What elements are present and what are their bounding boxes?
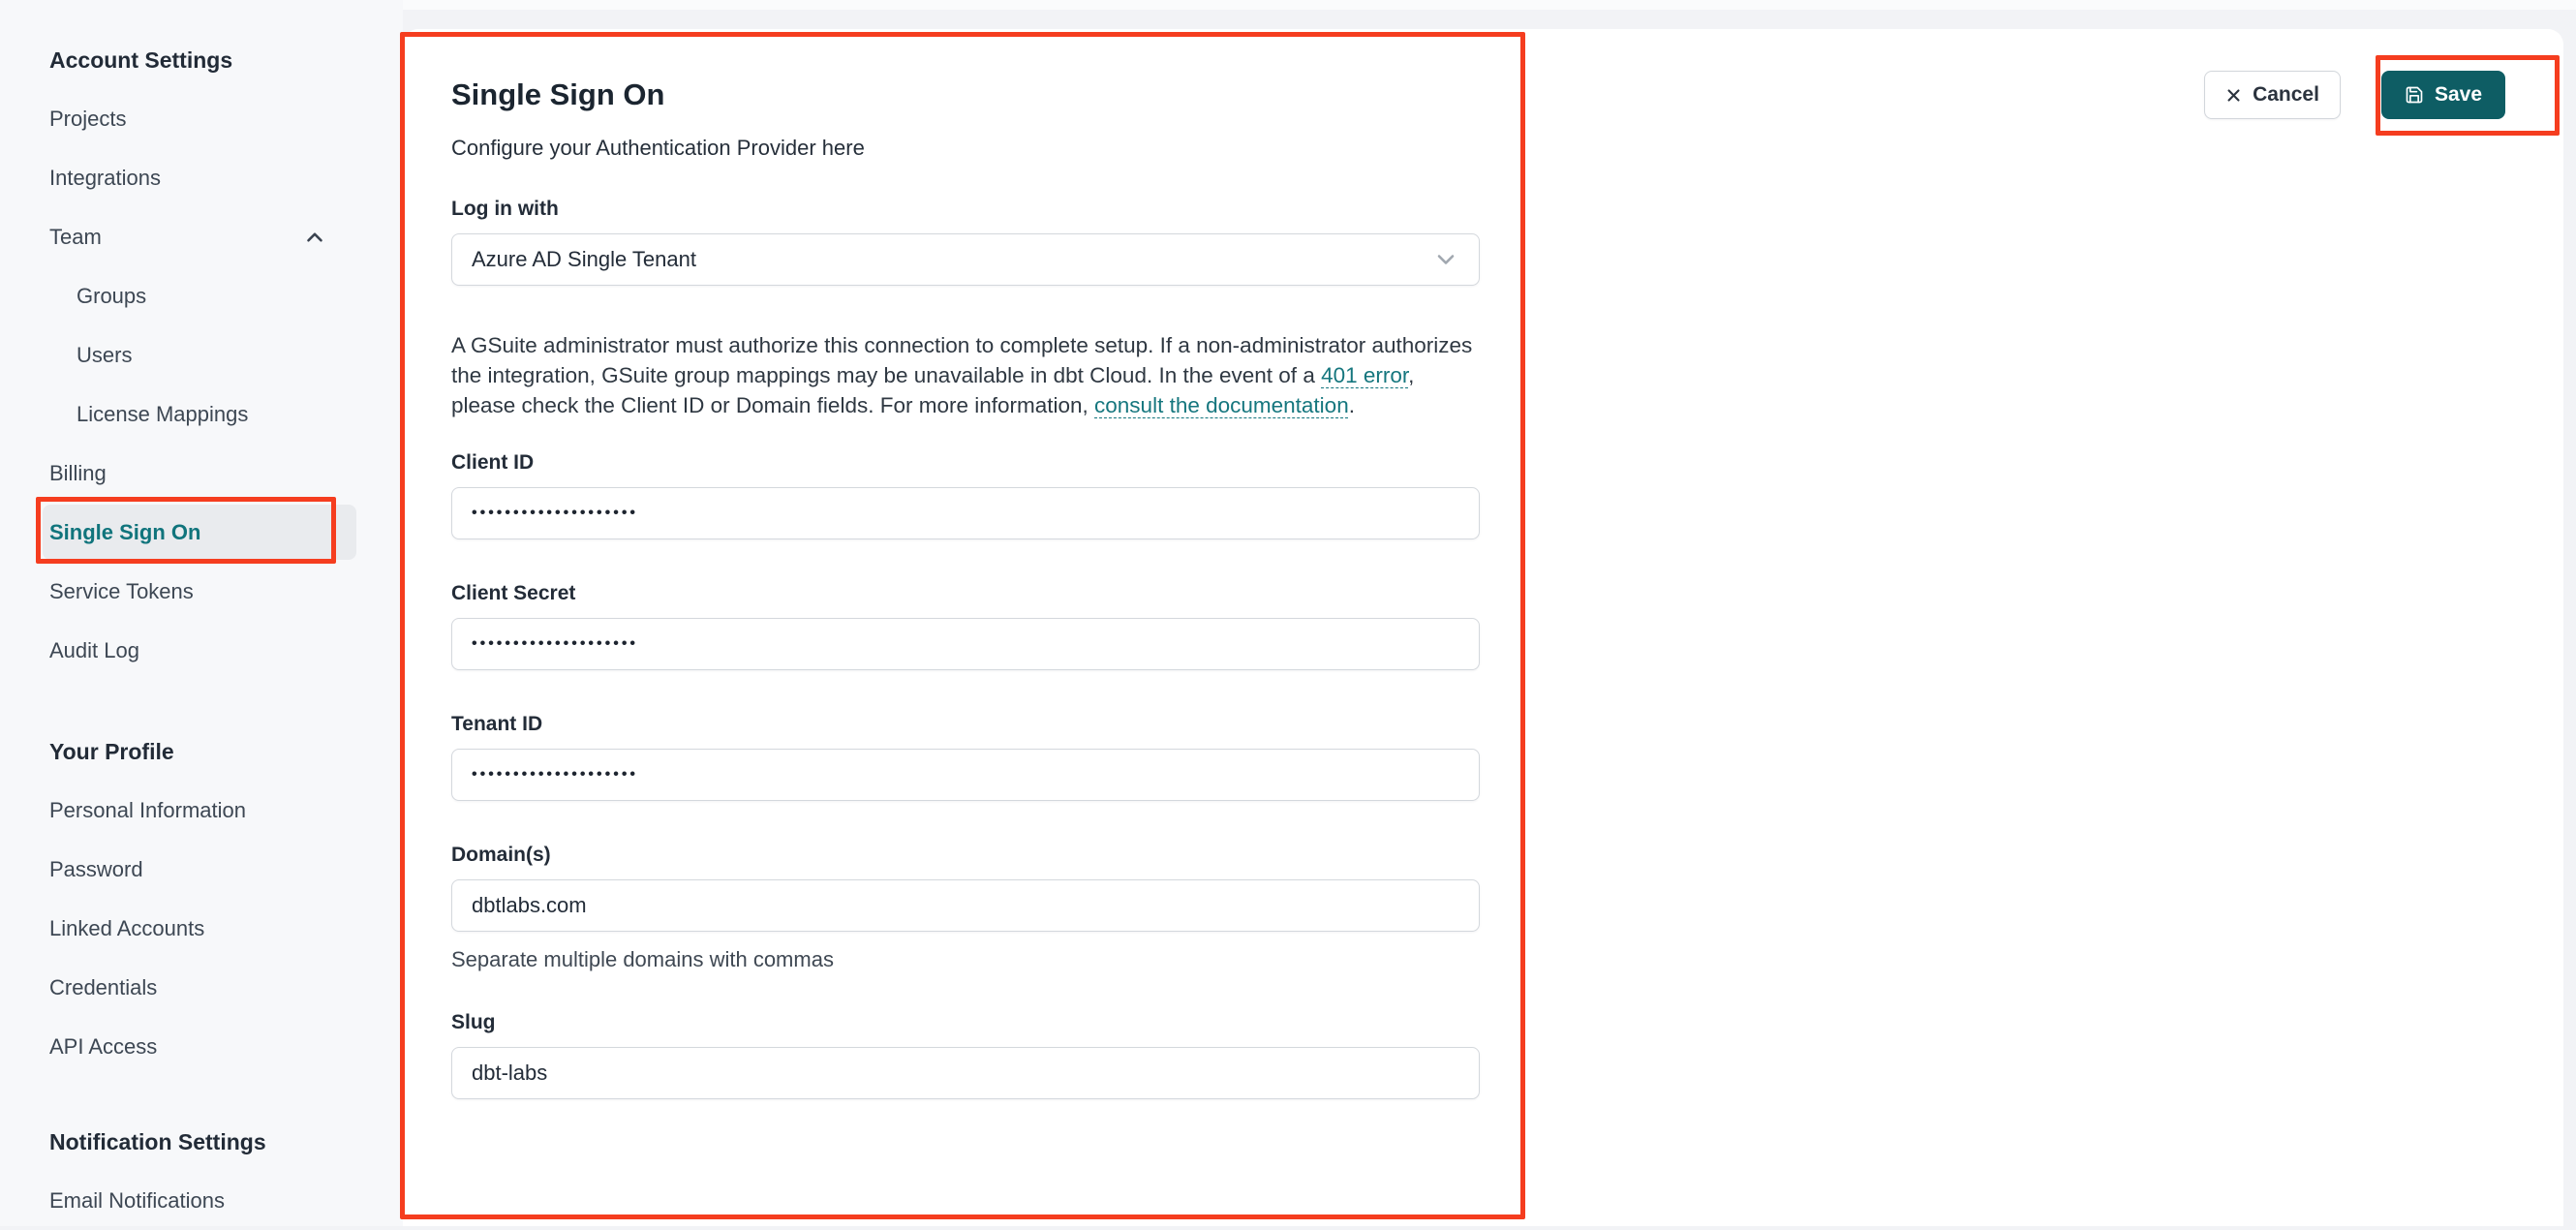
sidebar-item-projects[interactable]: Projects [0, 89, 403, 148]
slug-field[interactable]: dbt-labs [451, 1047, 1480, 1099]
close-icon [2225, 87, 2242, 104]
sidebar-item-personal-information[interactable]: Personal Information [0, 781, 403, 840]
tenant-id-field[interactable]: •••••••••••••••••••• [451, 749, 1480, 801]
form-actions: Cancel Save [2204, 71, 2505, 119]
sidebar-item-service-tokens[interactable]: Service Tokens [0, 562, 403, 621]
sidebar-item-audit-log[interactable]: Audit Log [0, 621, 403, 680]
domains-value: dbtlabs.com [472, 893, 587, 917]
sidebar-item-integrations[interactable]: Integrations [0, 148, 403, 207]
sidebar-heading-your-profile: Your Profile [49, 738, 174, 764]
client-secret-masked-value: •••••••••••••••••••• [472, 635, 639, 652]
sidebar-item-api-access[interactable]: API Access [0, 1017, 403, 1076]
client-id-masked-value: •••••••••••••••••••• [472, 505, 639, 521]
client-id-field[interactable]: •••••••••••••••••••• [451, 487, 1480, 539]
client-id-label: Client ID [451, 451, 535, 474]
slug-value: dbt-labs [472, 1061, 548, 1085]
sidebar-item-linked-accounts[interactable]: Linked Accounts [0, 899, 403, 958]
sidebar-item-password[interactable]: Password [0, 840, 403, 899]
cancel-button[interactable]: Cancel [2204, 71, 2341, 119]
chevron-down-icon [1432, 246, 1459, 273]
sso-form: Single Sign On Configure your Authentica… [451, 77, 1480, 1099]
sidebar-item-single-sign-on[interactable]: Single Sign On [0, 503, 403, 562]
sidebar-item-billing[interactable]: Billing [0, 444, 403, 503]
tenant-id-label: Tenant ID [451, 713, 543, 735]
save-icon [2405, 85, 2424, 105]
gsuite-admin-note: A GSuite administrator must authorize th… [451, 333, 1473, 417]
save-button[interactable]: Save [2380, 71, 2505, 119]
domains-label: Domain(s) [451, 844, 551, 866]
sidebar-item-users[interactable]: Users [0, 325, 403, 384]
sidebar-heading-account-settings: Account Settings [49, 46, 233, 73]
sidebar-item-license-mappings[interactable]: License Mappings [0, 384, 403, 444]
settings-sidebar: Account Settings Projects Integrations T… [0, 0, 403, 1226]
slug-label: Slug [451, 1011, 496, 1033]
consult-documentation-link[interactable]: consult the documentation [1094, 393, 1349, 417]
chevron-up-icon [302, 225, 327, 250]
sidebar-item-team[interactable]: Team [0, 207, 403, 266]
client-secret-field[interactable]: •••••••••••••••••••• [451, 618, 1480, 670]
sso-settings-card: Single Sign On Configure your Authentica… [403, 29, 2563, 1226]
page-subtitle: Configure your Authentication Provider h… [451, 136, 865, 160]
client-secret-label: Client Secret [451, 582, 576, 604]
sidebar-item-email-notifications[interactable]: Email Notifications [0, 1171, 403, 1230]
page-title: Single Sign On [451, 77, 665, 111]
login-with-selected-value: Azure AD Single Tenant [472, 247, 696, 271]
sidebar-item-groups[interactable]: Groups [0, 266, 403, 325]
domains-helper-text: Separate multiple domains with commas [451, 947, 834, 971]
tenant-id-masked-value: •••••••••••••••••••• [472, 766, 639, 783]
401-error-link[interactable]: 401 error [1321, 363, 1408, 387]
sidebar-heading-notification-settings: Notification Settings [49, 1128, 266, 1154]
domains-field[interactable]: dbtlabs.com [451, 879, 1480, 932]
login-with-label: Log in with [451, 198, 559, 220]
login-with-select[interactable]: Azure AD Single Tenant [451, 233, 1480, 286]
sidebar-item-credentials[interactable]: Credentials [0, 958, 403, 1017]
